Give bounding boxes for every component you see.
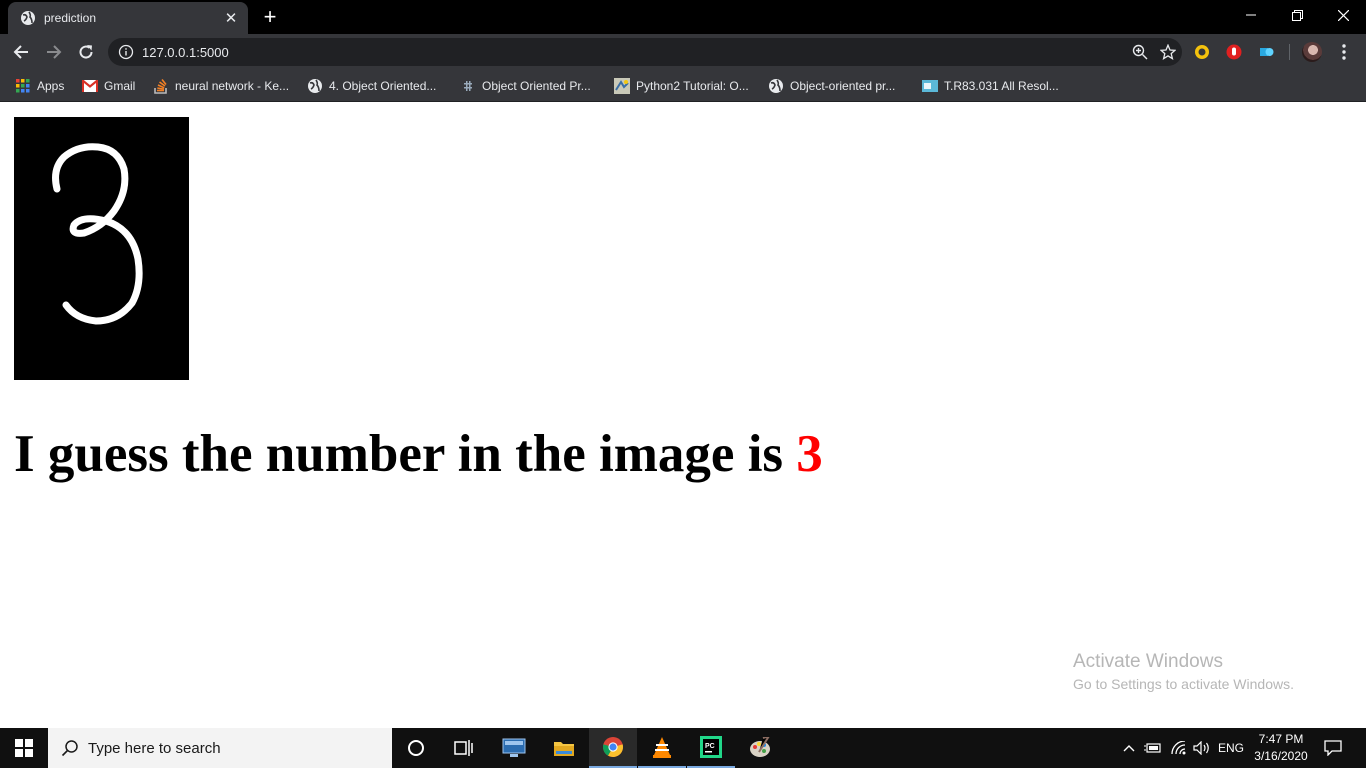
apps-grid-icon: [15, 78, 31, 94]
globe-icon: [21, 11, 35, 25]
battery-tray-icon[interactable]: [1142, 728, 1164, 768]
gmail-icon: [82, 78, 98, 94]
bookmark-gmail[interactable]: Gmail: [82, 76, 135, 96]
bookmark-label: Apps: [37, 79, 65, 93]
stackoverflow-icon: [153, 78, 169, 94]
bookmark-label: neural network - Ke...: [175, 79, 290, 93]
restore-icon: [1291, 9, 1303, 21]
bookmark-label: Python2 Tutorial: O...: [636, 79, 749, 93]
pycharm-icon: PC: [700, 736, 722, 758]
tab-title: prediction: [44, 11, 97, 25]
bookmark-tr83[interactable]: T.R83.031 All Resol...: [922, 76, 1059, 96]
python-course-icon: [614, 78, 630, 94]
bookmark-apps[interactable]: Apps: [15, 76, 64, 96]
task-view-button[interactable]: [440, 728, 488, 768]
extension-1-icon[interactable]: [1192, 42, 1212, 62]
bookmark-object-oriented-2[interactable]: Object Oriented Pr...: [460, 76, 591, 96]
zoom-icon[interactable]: [1126, 44, 1154, 60]
taskbar-search-box[interactable]: Type here to search: [48, 728, 392, 768]
taskbar-app-computer[interactable]: [490, 728, 538, 768]
search-placeholder: Type here to search: [88, 739, 221, 757]
taskbar-app-paint[interactable]: [736, 728, 784, 768]
paint-palette-icon: [750, 737, 770, 757]
vlc-icon: [653, 737, 671, 758]
system-clock[interactable]: 7:47 PM 3/16/2020: [1248, 731, 1314, 765]
close-icon: [1337, 9, 1349, 21]
taskbar-app-chrome[interactable]: [589, 728, 637, 768]
notification-icon: [1324, 740, 1342, 756]
start-button[interactable]: [0, 728, 48, 768]
wifi-tray-icon[interactable]: [1168, 728, 1190, 768]
profile-avatar[interactable]: [1302, 42, 1322, 62]
new-tab-button[interactable]: +: [258, 5, 282, 29]
watermark-title: Activate Windows: [1073, 651, 1223, 672]
tab-prediction[interactable]: prediction ✕: [8, 2, 248, 34]
browser-toolbar: 127.0.0.1:5000: [0, 34, 1366, 70]
bookmark-label: Gmail: [104, 79, 136, 93]
extension-3-icon[interactable]: [1256, 42, 1276, 62]
windows-taskbar: Type here to search PC ENG 7:47 PM 3/16/…: [0, 728, 1366, 768]
notifications-button[interactable]: [1318, 728, 1348, 768]
taskbar-app-file-explorer[interactable]: [540, 728, 588, 768]
windows-logo-icon: [15, 739, 33, 757]
cortana-button[interactable]: [392, 728, 440, 768]
forward-button[interactable]: [42, 40, 66, 64]
chrome-icon: [602, 737, 624, 758]
bookmark-label: Object Oriented Pr...: [482, 79, 591, 93]
tab-close-icon[interactable]: ✕: [220, 9, 242, 27]
clock-time: 7:47 PM: [1258, 732, 1304, 746]
url-text[interactable]: 127.0.0.1:5000: [142, 45, 1126, 60]
handwritten-digit-three: [52, 143, 143, 325]
restore-button[interactable]: [1274, 0, 1320, 30]
minimize-icon: [1246, 14, 1256, 16]
reload-button[interactable]: [74, 40, 98, 64]
clock-date: 3/16/2020: [1254, 749, 1308, 763]
bookmarks-bar: Apps Gmail neural network - Ke... 4. Obj…: [0, 70, 1366, 102]
info-icon[interactable]: [118, 44, 134, 60]
arrow-right-icon: [47, 45, 62, 59]
site-logo-icon: [460, 78, 476, 94]
prediction-heading: I guess the number in the image is 3: [14, 424, 823, 484]
folder-icon: [554, 742, 574, 756]
globe-icon: [768, 78, 784, 94]
task-view-icon: [454, 740, 473, 756]
taskbar-app-pycharm[interactable]: PC: [687, 728, 735, 768]
bookmark-object-oriented-3[interactable]: Object-oriented pr...: [768, 76, 895, 96]
toolbar-divider: [1289, 44, 1290, 60]
digit-image: [14, 117, 189, 380]
volume-tray-icon[interactable]: [1191, 728, 1213, 768]
browser-titlebar: prediction ✕ +: [0, 0, 1366, 34]
minimize-button[interactable]: [1228, 0, 1274, 30]
bookmark-label: Object-oriented pr...: [790, 79, 896, 93]
cortana-circle-icon: [408, 740, 424, 756]
bookmark-label: 4. Object Oriented...: [329, 79, 437, 93]
bookmark-neural-network[interactable]: neural network - Ke...: [153, 76, 289, 96]
star-bookmark-icon[interactable]: [1154, 44, 1182, 60]
document-icon: [922, 78, 938, 94]
search-icon: [60, 738, 80, 758]
predicted-digit: 3: [796, 425, 823, 483]
bookmark-label: T.R83.031 All Resol...: [944, 79, 1059, 93]
svg-text:PC: PC: [705, 743, 715, 750]
chevron-up-icon: [1123, 745, 1135, 752]
arrow-left-icon: [13, 45, 28, 59]
watermark-subtitle: Go to Settings to activate Windows.: [1073, 676, 1294, 692]
more-menu-icon[interactable]: [1334, 42, 1354, 62]
reload-icon: [79, 45, 93, 59]
show-hidden-icons-button[interactable]: [1120, 728, 1138, 768]
close-window-button[interactable]: [1320, 0, 1366, 30]
address-bar[interactable]: 127.0.0.1:5000: [108, 38, 1182, 66]
prediction-text: I guess the number in the image is: [14, 425, 797, 483]
globe-icon: [307, 78, 323, 94]
taskbar-app-vlc[interactable]: [638, 728, 686, 768]
extension-2-icon[interactable]: [1224, 42, 1244, 62]
bookmark-python2-tutorial[interactable]: Python2 Tutorial: O...: [614, 76, 749, 96]
activate-windows-watermark: Activate Windows Go to Settings to activ…: [1073, 651, 1294, 692]
bookmark-object-oriented-1[interactable]: 4. Object Oriented...: [307, 76, 436, 96]
language-indicator[interactable]: ENG: [1216, 728, 1246, 768]
computer-app-icon: [502, 738, 526, 757]
back-button[interactable]: [9, 40, 33, 64]
